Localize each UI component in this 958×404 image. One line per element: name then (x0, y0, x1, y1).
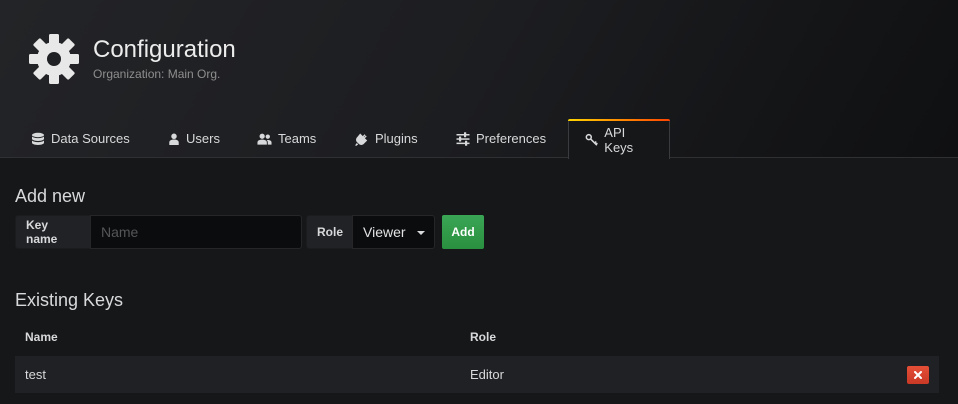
column-header-name: Name (25, 330, 58, 344)
table-row: test Editor (15, 356, 939, 393)
tab-label: Plugins (375, 131, 418, 146)
database-icon (32, 132, 44, 145)
key-icon (585, 133, 598, 146)
role-select[interactable]: Viewer (352, 215, 435, 249)
tab-teams[interactable]: Teams (257, 119, 316, 158)
tab-api-keys[interactable]: API Keys (568, 119, 670, 159)
tab-plugins[interactable]: Plugins (355, 119, 418, 158)
users-icon (257, 133, 272, 145)
page-header: Configuration Organization: Main Org. Da… (0, 0, 958, 159)
user-icon (169, 133, 179, 145)
gear-icon (29, 34, 79, 84)
caret-down-icon (417, 231, 425, 235)
tab-label: Preferences (476, 131, 547, 146)
sliders-icon (456, 131, 470, 146)
tab-preferences[interactable]: Preferences (456, 119, 546, 158)
tab-label: Teams (278, 131, 317, 146)
tab-label: API Keys (604, 124, 634, 155)
plug-icon (355, 133, 368, 146)
key-name-input[interactable] (90, 215, 302, 249)
role-select-value: Viewer (363, 224, 406, 240)
tab-label: Users (186, 131, 220, 146)
tab-label: Data Sources (51, 131, 130, 146)
role-label: Role (306, 215, 353, 249)
close-icon (914, 371, 922, 379)
key-name-cell: test (25, 367, 46, 382)
add-new-title: Add new (15, 186, 86, 206)
page-subtitle: Organization: Main Org. (93, 67, 221, 81)
key-role-cell: Editor (470, 367, 504, 382)
page: Configuration Organization: Main Org. Da… (0, 0, 958, 404)
tab-data-sources[interactable]: Data Sources (31, 119, 130, 158)
page-title: Configuration (93, 36, 236, 63)
add-button[interactable]: Add (442, 215, 484, 249)
column-header-role: Role (470, 330, 497, 344)
delete-key-button[interactable] (907, 366, 929, 384)
key-name-label: Key name (15, 215, 91, 249)
tab-users[interactable]: Users (168, 119, 220, 158)
existing-keys-title: Existing Keys (15, 290, 124, 310)
